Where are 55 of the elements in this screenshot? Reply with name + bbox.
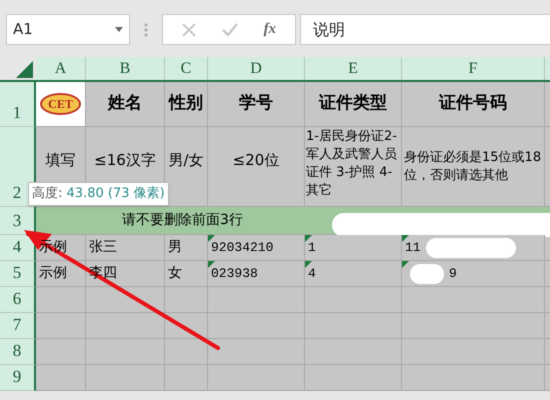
dropdown-caret-icon [115, 27, 123, 32]
cell-text: 姓名 [108, 92, 142, 116]
select-all-triangle-icon[interactable] [16, 61, 33, 78]
cell-text: 1-居民身份证2-军人及武警人员证件 3-护照 4-其它 [306, 128, 398, 200]
column-header[interactable]: C [165, 57, 208, 80]
cell-text: 023938 [211, 264, 258, 283]
table-cell [165, 365, 208, 391]
cell-text: ≤16汉字 [94, 150, 156, 171]
row-header[interactable]: 9 [0, 365, 36, 391]
column-header[interactable]: F [402, 57, 545, 80]
cell-text: 证件类型 [319, 92, 387, 116]
cell-text: 4 [308, 264, 316, 283]
cell-text: 性别 [169, 92, 203, 116]
cell-text: 女 [168, 264, 182, 283]
row-header[interactable]: 7 [0, 313, 36, 339]
redaction-mark [410, 264, 444, 284]
cell-text: 11 [405, 238, 421, 257]
row-header[interactable]: 5 [0, 261, 36, 287]
grip-dots-icon [144, 23, 148, 37]
table-cell [36, 339, 86, 365]
cell-text: 填写 [46, 150, 76, 171]
logo-badge: CET [40, 93, 81, 115]
cell-text: 张三 [89, 238, 117, 257]
table-cell [36, 365, 86, 391]
column-header[interactable]: B [86, 57, 165, 80]
checkmark-icon[interactable] [222, 23, 238, 36]
cell-text: 9 [449, 264, 457, 283]
column-header[interactable]: A [36, 57, 86, 80]
row-header[interactable]: 3 [0, 207, 36, 235]
banner-cell: 请不要删除前面3行 [36, 207, 550, 235]
row-header[interactable]: 4 [0, 235, 36, 261]
table-cell [36, 313, 86, 339]
cell-text: 李四 [89, 264, 117, 283]
cell-text: 示例 [39, 238, 67, 257]
cell-text: 身份证必须是15位或18位，否则请选其他 [404, 148, 542, 184]
cell-text: 男 [168, 238, 182, 257]
column-header[interactable] [545, 57, 550, 80]
cell-text: ≤20位 [232, 150, 280, 171]
cell-text: 92034210 [211, 238, 274, 257]
row-header[interactable]: 6 [0, 287, 36, 313]
cell-text: 证件号码 [439, 92, 507, 116]
column-header[interactable]: D [208, 57, 305, 80]
insert-function-button[interactable]: fx [264, 18, 276, 41]
name-box[interactable]: A1 [6, 14, 130, 45]
row-header[interactable]: 8 [0, 339, 36, 365]
column-header[interactable]: E [305, 57, 402, 80]
row-header[interactable]: 1 [0, 82, 36, 127]
cell-text: 学号 [239, 92, 273, 116]
table-cell [165, 339, 208, 365]
formula-input-field[interactable]: 说明 [300, 14, 550, 45]
tooltip: 高度: 43.80 (73 像素) [28, 182, 169, 206]
cell-text: 示例 [39, 264, 67, 283]
cell-text: 1 [308, 238, 316, 257]
cancel-icon[interactable] [182, 22, 196, 36]
cell-text: 男/女 [168, 150, 204, 171]
